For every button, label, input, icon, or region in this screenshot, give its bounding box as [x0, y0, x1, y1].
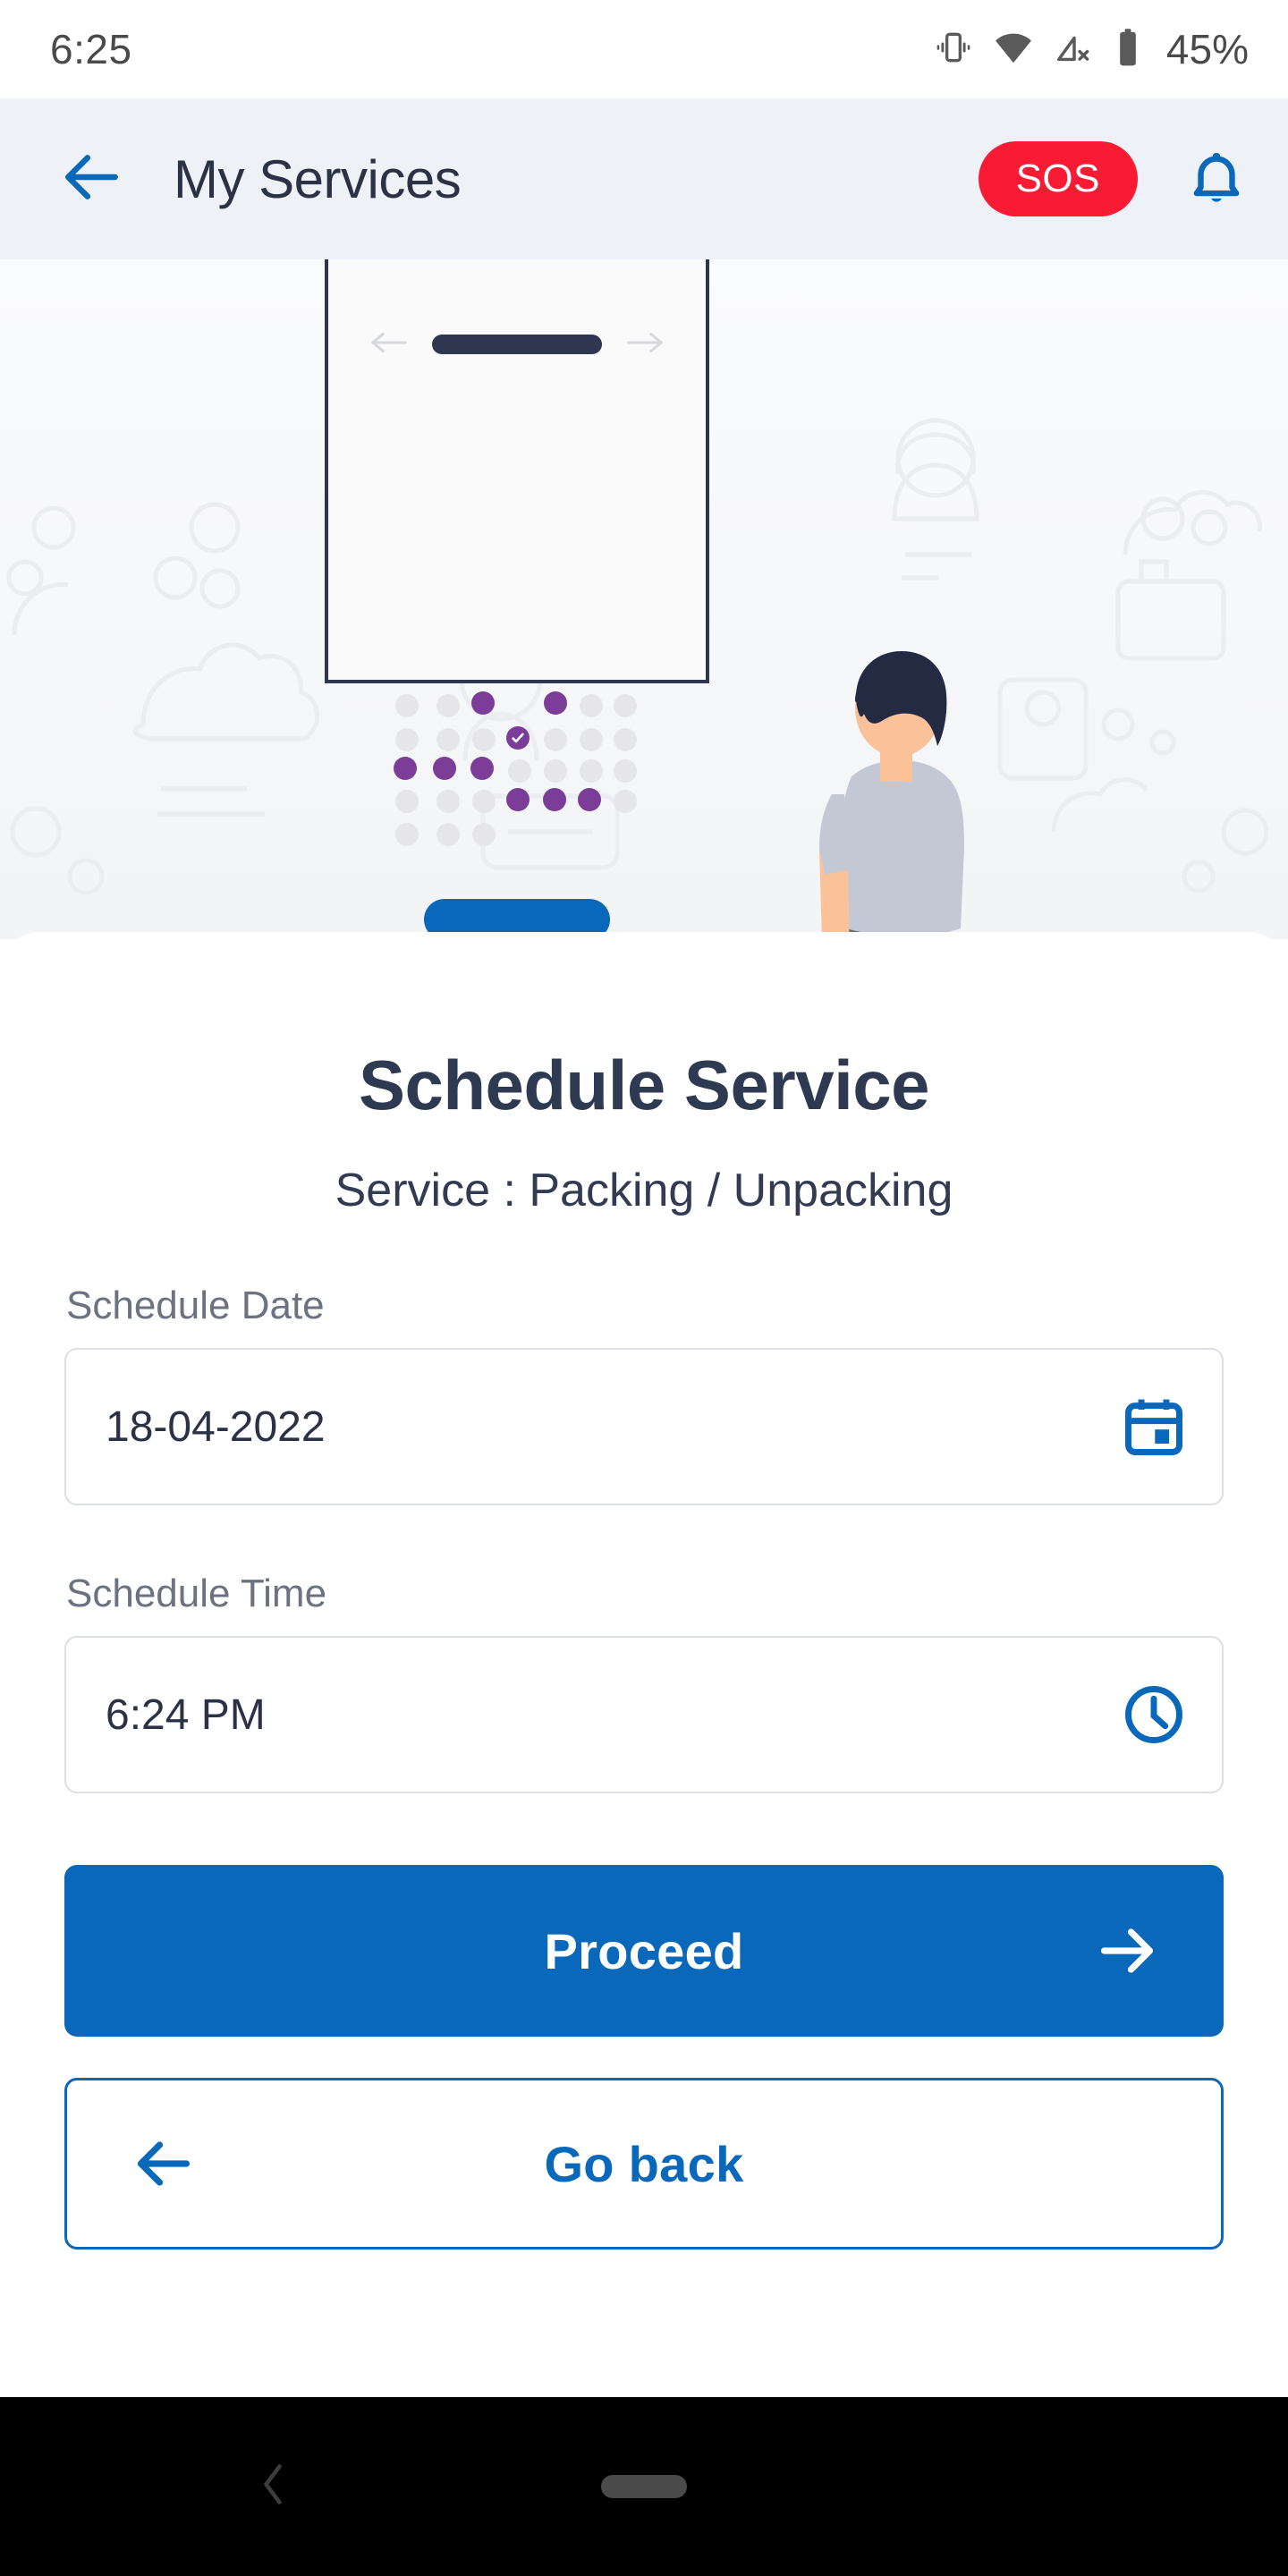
status-bar: 6:25 45% [0, 0, 1288, 98]
calendar-day-dot [436, 728, 460, 751]
calendar-day-dot [472, 823, 496, 846]
page-title: My Services [174, 148, 462, 209]
sos-button[interactable]: SOS [978, 141, 1138, 216]
schedule-date-input[interactable]: 18-04-2022 [64, 1348, 1224, 1505]
signal-off-icon [1054, 27, 1095, 72]
schedule-date-label: Schedule Date [66, 1284, 325, 1327]
calendar-day-dot [580, 694, 603, 717]
calendar-day-dot [580, 728, 603, 751]
calendar-day-dot [436, 694, 460, 717]
calendar-day-dot-selected [433, 757, 456, 780]
calendar-day-dot [544, 759, 567, 783]
arrow-left-icon [60, 144, 126, 215]
calendar-day-dot-checked [506, 726, 530, 750]
schedule-time-input[interactable]: 6:24 PM [64, 1636, 1224, 1793]
calendar-day-dot [395, 694, 419, 717]
status-bar-clock: 6:25 [50, 26, 132, 72]
person-illustration [819, 651, 964, 939]
status-bar-icons: 45% [934, 25, 1249, 73]
go-back-button[interactable]: Go back [64, 2078, 1224, 2250]
calendar-day-dot-selected [394, 757, 417, 780]
calendar-next-icon [625, 330, 666, 360]
home-pill-icon[interactable] [601, 2475, 687, 2498]
vibrate-icon [934, 28, 973, 72]
calendar-day-dot [614, 694, 637, 717]
schedule-service-sheet: Schedule Service Service : Packing / Unp… [0, 932, 1288, 2399]
calendar-day-dot-selected [578, 788, 601, 811]
calendar-icon[interactable] [1120, 1393, 1188, 1461]
system-navigation-bar [0, 2397, 1288, 2576]
hero-illustration [0, 259, 1288, 939]
calendar-day-dot-selected [544, 691, 567, 715]
app-bar: My Services SOS [0, 98, 1288, 259]
calendar-day-dot [395, 790, 419, 813]
notifications-button[interactable] [1175, 138, 1258, 220]
calendar-day-dot-selected [471, 691, 495, 715]
calendar-day-dot [436, 790, 460, 813]
calendar-month-nav [325, 318, 709, 371]
calendar-day-dot [614, 728, 637, 751]
chevron-left-icon[interactable] [252, 2458, 293, 2516]
calendar-day-dot [395, 728, 419, 751]
calendar-day-dot [580, 759, 603, 783]
calendar-day-dot [614, 759, 637, 783]
schedule-time-label: Schedule Time [66, 1572, 327, 1615]
calendar-day-dot [472, 728, 496, 751]
calendar-day-dot [436, 823, 460, 846]
arrow-left-icon [131, 2131, 196, 2196]
calendar-day-dot [544, 728, 567, 751]
wifi-icon [993, 27, 1034, 72]
calendar-day-dot-selected [543, 788, 566, 811]
calendar-day-dot [508, 759, 531, 783]
sheet-subtitle: Service : Packing / Unpacking [335, 1165, 953, 1216]
calendar-prev-icon [368, 330, 409, 360]
arrow-right-icon [1095, 1919, 1159, 1983]
calendar-day-dot-selected [506, 788, 530, 811]
calendar-day-dot [395, 823, 419, 846]
schedule-date-value: 18-04-2022 [106, 1402, 326, 1451]
clock-icon[interactable] [1120, 1681, 1188, 1749]
app-bar-actions: SOS [978, 138, 1258, 220]
battery-icon [1114, 27, 1141, 72]
proceed-button[interactable]: Proceed [64, 1865, 1224, 2037]
battery-percent: 45% [1165, 26, 1249, 72]
bell-icon [1185, 146, 1248, 213]
calendar-day-dot-selected [470, 757, 494, 780]
proceed-button-label: Proceed [544, 1922, 744, 1979]
calendar-month-label-bar [432, 335, 602, 354]
calendar-day-grid [394, 689, 653, 859]
calendar-day-dot [472, 790, 496, 813]
go-back-button-label: Go back [544, 2135, 744, 2192]
schedule-time-value: 6:24 PM [106, 1690, 266, 1739]
sheet-title: Schedule Service [358, 1046, 930, 1124]
calendar-day-dot [614, 790, 637, 813]
back-button[interactable] [52, 138, 134, 220]
